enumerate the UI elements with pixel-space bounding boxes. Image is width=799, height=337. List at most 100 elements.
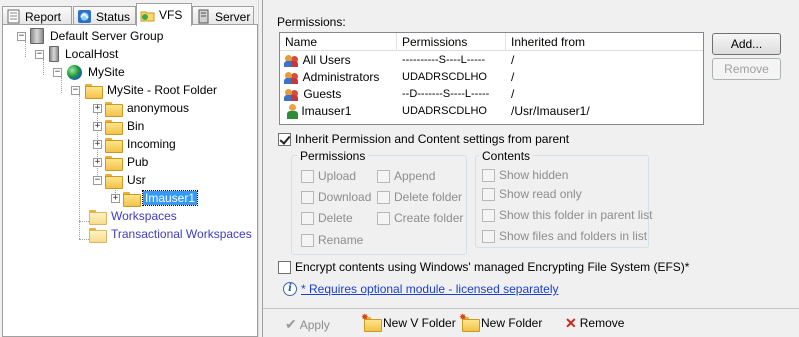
- list-item[interactable]: All Users ----------S----L----- /: [280, 52, 703, 69]
- add-button[interactable]: Add...: [712, 33, 781, 55]
- tree-node-imauser1[interactable]: Imauser1: [123, 189, 199, 207]
- new-folder-label: New Folder: [481, 316, 543, 330]
- tab-server-label: Server: [215, 9, 251, 24]
- tree-line: [79, 95, 80, 239]
- tree-node-transactional-workspaces[interactable]: Transactional Workspaces: [89, 225, 254, 243]
- tab-report-label: Report: [25, 9, 62, 24]
- tree-node-folder-usr[interactable]: Usr: [105, 171, 148, 189]
- delete-label: Delete: [318, 211, 353, 225]
- folder-icon: [105, 137, 123, 153]
- upload-option[interactable]: Upload: [301, 169, 356, 183]
- tree-node-server-group[interactable]: Default Server Group: [30, 27, 165, 45]
- tree-node-folder[interactable]: Bin: [105, 117, 146, 135]
- licensed-module-link[interactable]: * Requires optional module - licensed se…: [301, 282, 558, 296]
- right-pane: Permissions: Name Permissions Inherited …: [262, 0, 799, 337]
- rename-option[interactable]: Rename: [301, 233, 363, 247]
- collapse-toggle[interactable]: −: [71, 86, 80, 95]
- inherit-row[interactable]: Inherit Permission and Content settings …: [278, 132, 569, 146]
- tree-node-label: MySite: [88, 65, 125, 79]
- tree-node-root-folder[interactable]: MySite - Root Folder: [85, 81, 219, 99]
- append-option[interactable]: Append: [377, 169, 435, 183]
- tab-vfs[interactable]: VFS: [136, 3, 192, 26]
- show-read-only-checkbox[interactable]: [482, 187, 495, 201]
- apply-label: Apply: [299, 317, 330, 332]
- tree-node-label: Pub: [127, 155, 149, 169]
- show-files-folders-checkbox[interactable]: [482, 229, 495, 243]
- expand-toggle[interactable]: +: [93, 122, 102, 131]
- column-header-name[interactable]: Name: [280, 33, 397, 51]
- expand-toggle[interactable]: +: [111, 194, 120, 203]
- show-files-folders-option[interactable]: Show files and folders in list: [482, 229, 647, 243]
- row-inherited: /: [511, 87, 515, 101]
- apply-button[interactable]: ✔ Apply: [285, 316, 330, 333]
- remove-permission-button[interactable]: Remove: [712, 58, 781, 80]
- tree-node-label: LocalHost: [65, 47, 119, 61]
- rename-checkbox[interactable]: [301, 233, 314, 247]
- inherit-checkbox[interactable]: [278, 132, 291, 146]
- show-hidden-checkbox[interactable]: [482, 168, 495, 182]
- tree-node-localhost[interactable]: LocalHost: [49, 45, 120, 63]
- show-hidden-option[interactable]: Show hidden: [482, 168, 568, 182]
- folder-icon: [105, 101, 123, 117]
- row-inherited: /: [511, 53, 515, 67]
- show-files-folders-label: Show files and folders in list: [499, 229, 648, 243]
- upload-checkbox[interactable]: [301, 169, 314, 183]
- upload-label: Upload: [318, 169, 357, 183]
- tree-node-folder[interactable]: Pub: [105, 153, 150, 171]
- create-folder-option[interactable]: Create folder: [377, 211, 463, 225]
- new-folder-button[interactable]: ✸ New Folder: [459, 312, 543, 332]
- folder-icon: [105, 155, 123, 171]
- show-in-parent-option[interactable]: Show this folder in parent list: [482, 208, 652, 222]
- column-header-inherited[interactable]: Inherited from: [506, 33, 703, 51]
- encrypt-checkbox[interactable]: [278, 260, 291, 274]
- tab-server[interactable]: Server: [192, 6, 254, 26]
- encrypt-label: Encrypt contents using Windows' managed …: [295, 260, 690, 274]
- delete-folder-option[interactable]: Delete folder: [377, 190, 462, 204]
- expand-toggle[interactable]: +: [93, 158, 102, 167]
- checkmark-icon: ✔: [285, 316, 297, 332]
- list-item[interactable]: Imauser1 UDADRSCDLHO /Usr/Imauser1/: [280, 103, 703, 120]
- collapse-toggle[interactable]: −: [93, 176, 102, 185]
- expand-toggle[interactable]: +: [93, 140, 102, 149]
- delete-folder-checkbox[interactable]: [377, 190, 390, 204]
- show-read-only-option[interactable]: Show read only: [482, 187, 582, 201]
- cell-name: Administrators: [284, 69, 379, 86]
- column-header-permissions[interactable]: Permissions: [397, 33, 506, 51]
- new-v-folder-button[interactable]: ✸ New V Folder: [361, 312, 456, 332]
- download-checkbox[interactable]: [301, 190, 314, 204]
- folder-icon: [123, 191, 141, 207]
- row-inherited: /: [511, 70, 515, 84]
- permissions-group-title: Permissions: [297, 149, 369, 163]
- vfs-tree[interactable]: − Default Server Group − LocalHost − MyS…: [2, 24, 258, 337]
- list-item[interactable]: Administrators UDADRSCDLHO /: [280, 69, 703, 86]
- tree-node-label-selected: Imauser1: [141, 190, 199, 206]
- tab-report[interactable]: Report: [2, 6, 72, 26]
- remove-button[interactable]: ✕ Remove: [565, 316, 624, 330]
- show-hidden-label: Show hidden: [499, 168, 569, 182]
- folder-icon: [105, 173, 123, 189]
- folder-icon: [105, 119, 123, 135]
- tree-node-workspaces[interactable]: Workspaces: [89, 207, 179, 225]
- collapse-toggle[interactable]: −: [17, 32, 26, 41]
- user-icon: [286, 104, 298, 120]
- encrypt-row[interactable]: Encrypt contents using Windows' managed …: [278, 260, 689, 274]
- collapse-toggle[interactable]: −: [35, 50, 44, 59]
- download-option[interactable]: Download: [301, 190, 371, 204]
- create-folder-checkbox[interactable]: [377, 211, 390, 225]
- list-header: Name Permissions Inherited from: [280, 33, 703, 51]
- tree-node-folder[interactable]: Incoming: [105, 135, 178, 153]
- contents-group-title: Contents: [479, 149, 534, 163]
- row-name: Guests: [303, 87, 342, 101]
- show-in-parent-checkbox[interactable]: [482, 208, 495, 222]
- tab-status[interactable]: Status: [73, 6, 136, 26]
- bottom-toolbar: ✔ Apply ✸ New V Folder ✸ New Folder ✕ Re…: [263, 308, 799, 337]
- collapse-toggle[interactable]: −: [53, 68, 62, 77]
- tree-node-folder[interactable]: anonymous: [105, 99, 191, 117]
- append-checkbox[interactable]: [377, 169, 390, 183]
- list-item[interactable]: Guests --D-------S----L----- /: [280, 86, 703, 103]
- tree-node-mysite[interactable]: MySite: [67, 63, 127, 81]
- permissions-list[interactable]: Name Permissions Inherited from All User…: [279, 32, 704, 125]
- delete-checkbox[interactable]: [301, 211, 314, 225]
- expand-toggle[interactable]: +: [93, 104, 102, 113]
- delete-option[interactable]: Delete: [301, 211, 353, 225]
